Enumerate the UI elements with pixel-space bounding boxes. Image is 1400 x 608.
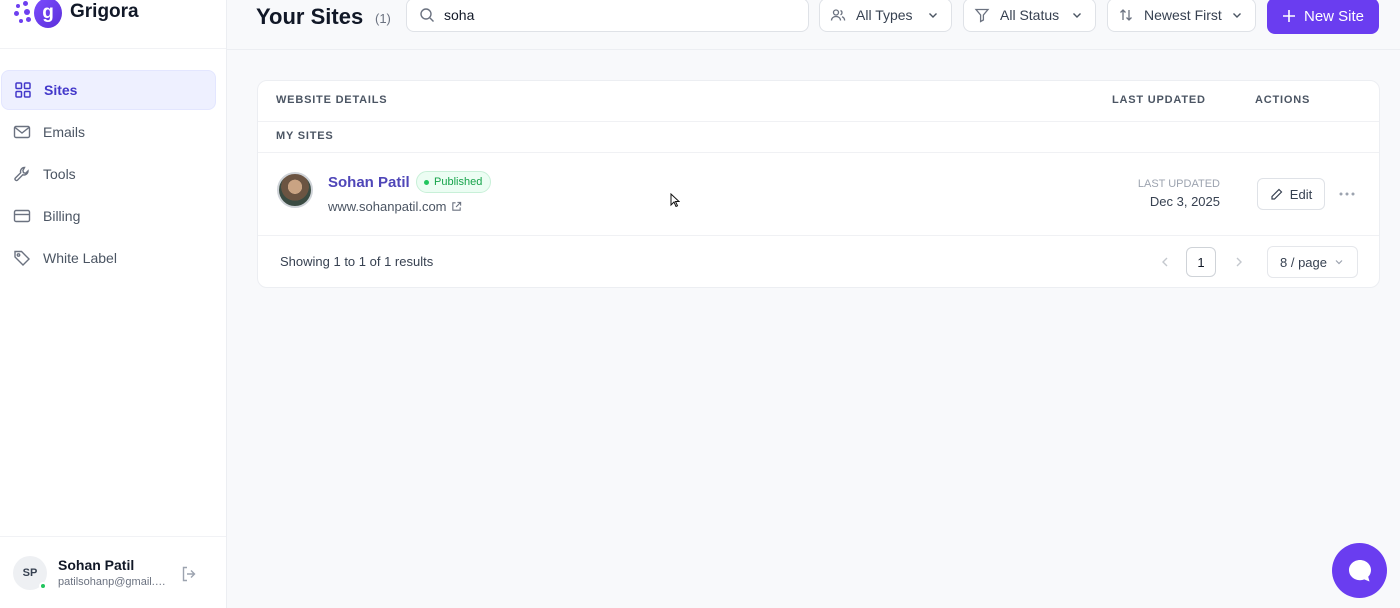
chat-widget-button[interactable] (1332, 543, 1387, 598)
site-name-link[interactable]: Sohan Patil (328, 174, 410, 191)
status-filter-label: All Status (1000, 7, 1060, 23)
type-filter-label: All Types (856, 7, 913, 23)
user-name: Sohan Patil (58, 557, 135, 573)
chevron-down-icon (1073, 13, 1081, 18)
grigora-logo: g (12, 0, 62, 32)
page-button-current[interactable]: 1 (1186, 247, 1216, 277)
new-site-button[interactable]: New Site (1267, 0, 1379, 34)
search-icon (420, 8, 434, 22)
user-email: patilsohanp@gmail.com (58, 576, 170, 588)
group-label-my-sites: MY SITES (276, 130, 334, 142)
users-icon (830, 9, 846, 21)
logout-icon[interactable] (180, 565, 198, 583)
more-horizontal-icon (1339, 192, 1355, 196)
credit-card-icon (13, 209, 31, 223)
chevron-right-icon[interactable] (1232, 254, 1246, 270)
page-size-select[interactable]: 8 / page (1267, 246, 1358, 278)
divider (258, 152, 1379, 153)
sidebar: g Grigora Sites Emails Tools Billing Whi… (0, 0, 227, 608)
page-size-label: 8 / page (1280, 254, 1327, 270)
type-filter-dropdown[interactable]: All Types (819, 0, 952, 32)
new-site-label: New Site (1303, 7, 1365, 25)
mouse-cursor-icon (670, 193, 680, 207)
column-header-actions: ACTIONS (1255, 94, 1311, 106)
chat-bubble-icon (1348, 559, 1371, 581)
sidebar-item-label: White Label (43, 250, 117, 266)
sidebar-item-label: Emails (43, 124, 86, 140)
site-count: (1) (375, 11, 391, 26)
wrench-icon (14, 166, 29, 182)
site-url-text: www.sohanpatil.com (328, 199, 447, 214)
sort-dropdown[interactable]: Newest First (1107, 0, 1256, 32)
status-badge: Published (416, 171, 492, 193)
chevron-down-icon (929, 13, 937, 18)
column-header-last-updated: LAST UPDATED (1112, 94, 1206, 106)
more-actions-button[interactable] (1336, 184, 1358, 204)
brand[interactable]: g Grigora (12, 0, 139, 32)
divider (258, 121, 1379, 122)
divider (258, 235, 1379, 236)
search-input[interactable] (444, 7, 784, 23)
sort-icon (1120, 9, 1132, 21)
sidebar-item-tools[interactable]: Tools (1, 154, 216, 194)
filter-icon (974, 8, 990, 23)
results-summary: Showing 1 to 1 of 1 results (280, 254, 434, 269)
mail-icon (13, 125, 31, 139)
search-box[interactable] (406, 0, 809, 32)
avatar: SP (13, 555, 47, 590)
sidebar-item-emails[interactable]: Emails (1, 112, 216, 152)
sidebar-item-white-label[interactable]: White Label (1, 238, 216, 278)
page-title: Your Sites (256, 4, 364, 29)
chevron-down-icon (1233, 13, 1241, 18)
site-url-link[interactable]: www.sohanpatil.com (328, 199, 462, 214)
chevron-left-icon[interactable] (1158, 254, 1172, 270)
divider (0, 48, 226, 49)
chevron-down-icon (1335, 260, 1343, 265)
sidebar-item-billing[interactable]: Billing (1, 196, 216, 236)
edit-label: Edit (1289, 186, 1313, 202)
top-bar: Your Sites (1) All Types All Status Newe… (227, 0, 1400, 50)
brand-name: Grigora (70, 1, 139, 22)
status-filter-dropdown[interactable]: All Status (963, 0, 1096, 32)
sidebar-item-label: Tools (43, 166, 76, 182)
sidebar-item-label: Sites (44, 82, 78, 98)
avatar-initials: SP (22, 566, 38, 579)
user-profile[interactable]: SP Sohan Patil patilsohanp@gmail.com (0, 536, 226, 608)
edit-button[interactable]: Edit (1257, 178, 1325, 210)
sidebar-nav: Sites Emails Tools Billing White Label (0, 70, 227, 280)
site-avatar (277, 172, 313, 208)
pencil-icon (1271, 188, 1283, 200)
sidebar-item-label: Billing (43, 208, 81, 224)
external-link-icon (451, 201, 461, 211)
tag-icon (14, 250, 30, 266)
sites-table: WEBSITE DETAILS LAST UPDATED ACTIONS MY … (257, 80, 1380, 288)
last-updated-label: LAST UPDATED (1137, 178, 1220, 190)
sort-label: Newest First (1144, 7, 1222, 23)
column-header-website-details: WEBSITE DETAILS (276, 94, 388, 106)
grid-icon (15, 82, 31, 98)
last-updated-date: Dec 3, 2025 (1149, 194, 1220, 209)
plus-icon (1282, 10, 1295, 22)
sidebar-item-sites[interactable]: Sites (1, 70, 216, 110)
online-status-dot (39, 581, 47, 590)
